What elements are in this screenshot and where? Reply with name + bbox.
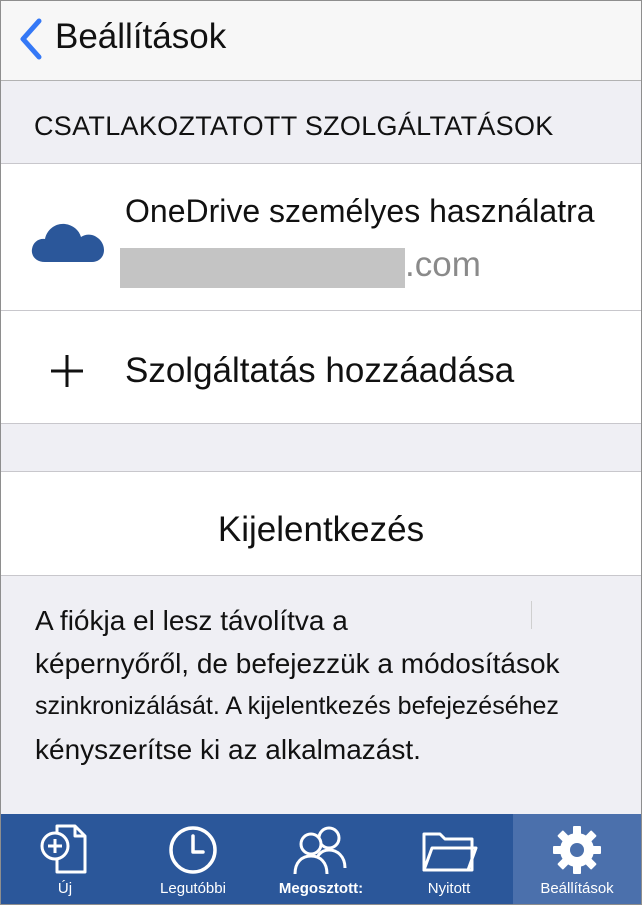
folder-icon: [422, 832, 478, 872]
footer-line: kényszerítse ki az alkalmazást.: [35, 734, 421, 765]
back-button-label[interactable]: Beállítások: [55, 15, 226, 59]
clock-icon: [169, 826, 217, 874]
tab-label: Új: [57, 880, 73, 897]
new-document-icon: [40, 824, 87, 874]
onedrive-service-row[interactable]: OneDrive személyes használatra: [1, 164, 641, 311]
footer-line: szinkronizálását. A kijelentkezés befeje…: [35, 692, 559, 720]
logout-footer-note: A fiókja el lesz távolítva a képernyőről…: [35, 599, 635, 771]
tab-bar: Új Legutóbbi Megosztott: Nyitott Beállít…: [1, 814, 641, 904]
tab-label: Nyitott: [427, 880, 471, 897]
settings-screen: Beállítások CSATLAKOZTATOTT SZOLGÁLTATÁS…: [0, 0, 642, 905]
redacted-email: [120, 248, 405, 288]
tab-open[interactable]: Nyitott: [385, 814, 513, 904]
tab-label: Beállítások: [540, 880, 614, 897]
onedrive-cloud-icon: [31, 223, 105, 262]
onedrive-service-name: OneDrive személyes használatra: [125, 193, 595, 229]
tab-new[interactable]: Új: [1, 814, 129, 904]
text-cursor-mark: [531, 601, 532, 629]
section-header: CSATLAKOZTATOTT SZOLGÁLTATÁSOK: [1, 81, 641, 164]
group-spacer: [1, 424, 641, 472]
logout-button[interactable]: Kijelentkezés: [1, 472, 641, 576]
footer-line: képernyőről, de befejezzük a módosítások: [35, 648, 560, 679]
navigation-bar: Beállítások: [1, 1, 641, 81]
people-icon: [293, 826, 347, 875]
gear-icon: [553, 826, 601, 874]
tab-label: Legutóbbi: [160, 880, 226, 897]
tab-label: Megosztott:: [278, 880, 364, 897]
tab-settings[interactable]: Beállítások: [513, 814, 641, 904]
email-domain-suffix: .com: [405, 245, 481, 284]
tab-recent[interactable]: Legutóbbi: [129, 814, 257, 904]
chevron-left-icon[interactable]: [15, 17, 45, 61]
connected-services-header: CSATLAKOZTATOTT SZOLGÁLTATÁSOK: [34, 111, 554, 141]
tab-shared[interactable]: Megosztott:: [257, 814, 385, 904]
add-service-row[interactable]: Szolgáltatás hozzáadása: [1, 311, 641, 424]
logout-label: Kijelentkezés: [217, 510, 425, 549]
add-service-label: Szolgáltatás hozzáadása: [125, 351, 515, 390]
footer-line: A fiókja el lesz távolítva a: [35, 605, 348, 636]
plus-icon: [51, 355, 83, 387]
